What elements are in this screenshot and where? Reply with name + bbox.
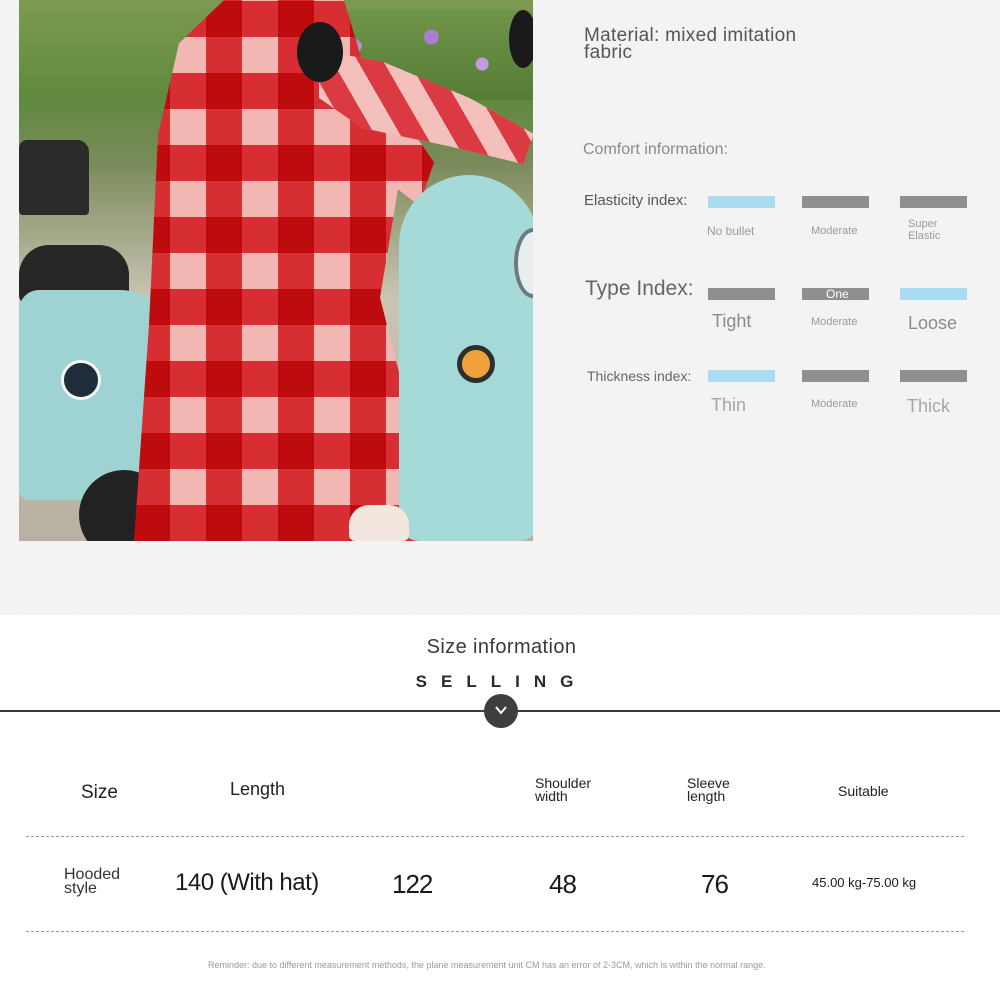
- chevron-down-icon[interactable]: [484, 694, 518, 728]
- thickness-bar-thick: [900, 370, 967, 382]
- header-shoulder-width: Shoulder width: [535, 775, 592, 804]
- row-length: 140 (With hat): [175, 869, 319, 896]
- photo-scooter-logo: [61, 360, 101, 400]
- header-sleeve-length: Sleeve length: [687, 775, 730, 804]
- photo-turn-signal: [457, 345, 495, 383]
- type-option-tight: Tight: [712, 311, 752, 331]
- thickness-bar-thin: [708, 370, 775, 382]
- type-bar-caption: One: [826, 287, 849, 301]
- product-photo: [19, 0, 533, 541]
- elasticity-bar-no-bullet: [708, 196, 775, 208]
- chevron-down-icon-glyph: [495, 706, 507, 715]
- elasticity-option-no-bullet: No bullet: [707, 224, 755, 238]
- elasticity-option-super-elastic: Super Elastic: [908, 218, 941, 242]
- row-suitable: 45.00 kg-75.00 kg: [812, 875, 917, 890]
- table-divider-bottom: [26, 931, 964, 932]
- elasticity-option-moderate: Moderate: [811, 225, 858, 237]
- elasticity-label: Elasticity index:: [584, 192, 688, 209]
- row-bust: 122: [392, 869, 433, 899]
- type-bar-loose: [900, 288, 967, 300]
- thickness-label: Thickness index:: [587, 368, 692, 384]
- thickness-option-thin: Thin: [711, 395, 747, 415]
- type-option-loose: Loose: [908, 313, 958, 333]
- photo-shoe: [349, 505, 409, 541]
- header-size: Size: [81, 782, 118, 803]
- comfort-title: Comfort information:: [583, 141, 728, 158]
- thickness-bar-moderate: [802, 370, 869, 382]
- photo-top-box: [19, 140, 89, 215]
- photo-mirror-right: [509, 10, 533, 68]
- size-info-subtitle: SELLING: [415, 672, 588, 691]
- photo-mirror-left: [297, 22, 343, 82]
- elasticity-bar-moderate: [802, 196, 869, 208]
- row-size: Hooded style: [64, 866, 121, 897]
- type-option-moderate: Moderate: [811, 316, 858, 328]
- product-detail-section: Material: mixed imitation fabric Comfort…: [0, 0, 1000, 615]
- header-length: Length: [230, 779, 286, 799]
- measurement-reminder: Reminder: due to different measurement m…: [208, 960, 766, 970]
- material-text: Material: mixed imitation fabric: [584, 25, 797, 63]
- scalloped-divider: [0, 598, 1000, 624]
- type-label: Type Index:: [585, 277, 694, 300]
- row-shoulder-width: 48: [549, 869, 577, 899]
- table-divider-top: [26, 836, 964, 837]
- thickness-option-moderate: Moderate: [811, 398, 858, 410]
- row-sleeve-length: 76: [701, 869, 729, 899]
- type-bar-tight: [708, 288, 775, 300]
- thickness-option-thick: Thick: [907, 396, 951, 416]
- elasticity-bar-super-elastic: [900, 196, 967, 208]
- size-info-title: Size information: [426, 636, 577, 658]
- header-suitable: Suitable: [838, 783, 889, 799]
